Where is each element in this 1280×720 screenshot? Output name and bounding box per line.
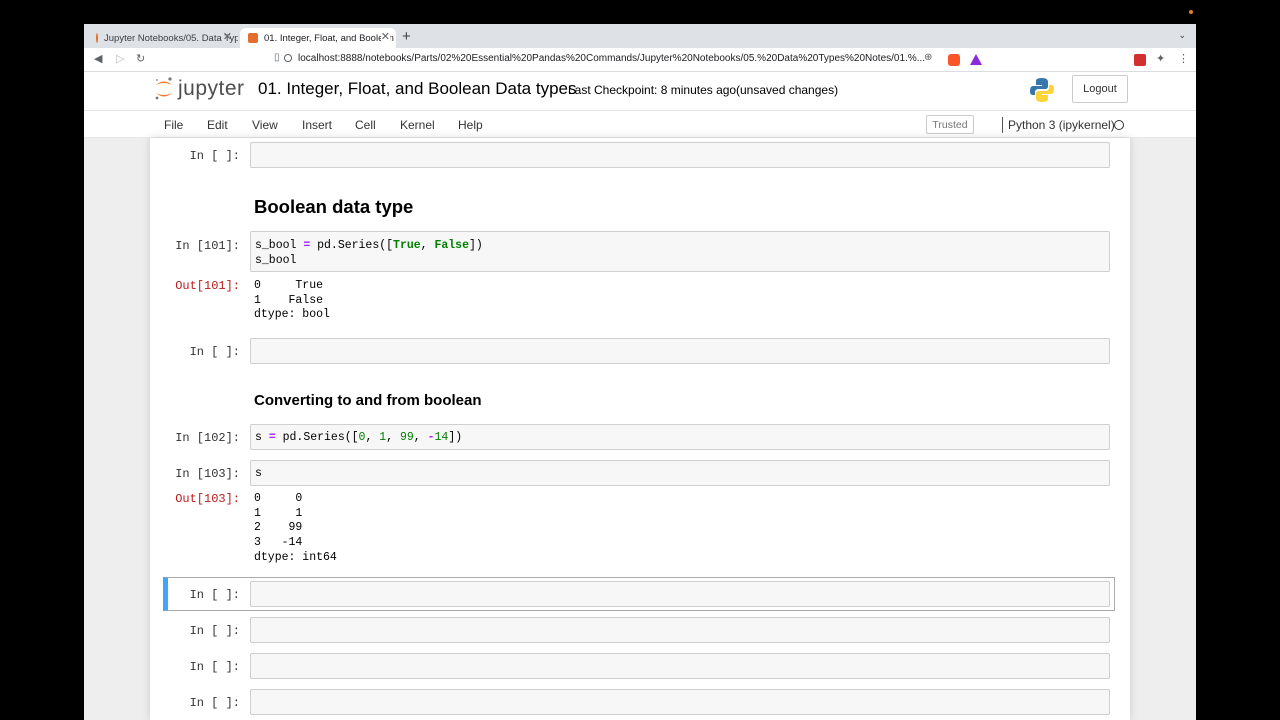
brave-shield-icon[interactable] bbox=[948, 54, 960, 66]
code-line: s = pd.Series([0, 1, 99, -14]) bbox=[255, 431, 463, 444]
code-cell-input[interactable] bbox=[250, 338, 1110, 364]
tab-strip: Jupyter Notebooks/05. Data Types/ ✕ 01. … bbox=[84, 24, 1196, 48]
cell-prompt: In [ ]: bbox=[189, 660, 240, 674]
code-cell-input[interactable] bbox=[250, 689, 1110, 715]
code-cell-input[interactable] bbox=[250, 142, 1110, 168]
output-prompt: Out[103]: bbox=[175, 492, 240, 506]
extensions-puzzle-icon[interactable]: ✦ bbox=[1156, 52, 1165, 65]
unsaved-status: (unsaved changes) bbox=[736, 83, 839, 97]
extension-icon[interactable] bbox=[1134, 54, 1146, 66]
jupyter-header: jupyter 01. Integer, Float, and Boolean … bbox=[84, 72, 1196, 110]
close-tab-icon[interactable]: ✕ bbox=[380, 30, 390, 43]
jupyter-logo[interactable]: jupyter bbox=[154, 76, 245, 102]
cell-prompt: In [ ]: bbox=[189, 624, 240, 638]
markdown-heading[interactable]: Converting to and from boolean bbox=[254, 392, 482, 409]
menu-file[interactable]: File bbox=[164, 118, 183, 132]
notebook-container: In [ ]: Boolean data type In [101]: s_bo… bbox=[150, 138, 1130, 720]
tab-title: 01. Integer, Float, and Boolean bbox=[264, 32, 394, 44]
menu-view[interactable]: View bbox=[252, 118, 278, 132]
cell-output: 0 True 1 False dtype: bool bbox=[254, 279, 330, 322]
cell-prompt: In [ ]: bbox=[189, 149, 240, 163]
tab-title: Jupyter Notebooks/05. Data Types/ bbox=[104, 32, 238, 44]
address-bar-row: ◀ ▷ ↻ ▯ localhost:8888/notebooks/Parts/0… bbox=[84, 48, 1196, 72]
menu-help[interactable]: Help bbox=[458, 118, 483, 132]
close-tab-icon[interactable]: ✕ bbox=[223, 30, 232, 43]
notebook-favicon-icon bbox=[248, 33, 258, 43]
reload-icon[interactable]: ↻ bbox=[136, 52, 145, 65]
menu-cell[interactable]: Cell bbox=[355, 118, 376, 132]
output-prompt: Out[101]: bbox=[175, 279, 240, 293]
url-field[interactable]: localhost:8888/notebooks/Parts/02%20Esse… bbox=[298, 53, 928, 64]
new-tab-button[interactable]: + bbox=[402, 28, 411, 46]
code-cell-input[interactable]: s_bool = pd.Series([True, False]) s_bool bbox=[250, 231, 1110, 272]
trusted-indicator[interactable]: Trusted bbox=[926, 115, 974, 134]
logout-button[interactable]: Logout bbox=[1072, 75, 1128, 103]
cell-output: 0 0 1 1 2 99 3 -14 dtype: int64 bbox=[254, 492, 337, 564]
code-cell-input[interactable]: s bbox=[250, 460, 1110, 486]
recording-dot-icon bbox=[1189, 10, 1193, 14]
tab-search-chevron-icon[interactable]: ⌄ bbox=[1178, 30, 1186, 41]
checkpoint-status: Last Checkpoint: 8 minutes ago bbox=[568, 83, 737, 97]
python-logo-icon bbox=[1030, 78, 1054, 102]
notebook-title[interactable]: 01. Integer, Float, and Boolean Data typ… bbox=[258, 79, 577, 99]
code-cell-input[interactable]: s = pd.Series([0, 1, 99, -14]) bbox=[250, 424, 1110, 450]
tab-jupyter-notebooks[interactable]: Jupyter Notebooks/05. Data Types/ ✕ bbox=[88, 28, 238, 48]
zoom-icon[interactable]: ⊕ bbox=[924, 52, 932, 63]
menu-insert[interactable]: Insert bbox=[302, 118, 332, 132]
cell-prompt: In [ ]: bbox=[189, 696, 240, 710]
forward-icon[interactable]: ▷ bbox=[116, 52, 124, 65]
site-info-icon[interactable] bbox=[284, 54, 292, 62]
code-cell-input-selected[interactable] bbox=[250, 581, 1110, 607]
jupyter-logo-icon bbox=[155, 77, 172, 100]
menubar: File Edit View Insert Cell Kernel Help T… bbox=[84, 110, 1196, 138]
menu-kernel[interactable]: Kernel bbox=[400, 118, 435, 132]
notebook-area: In [ ]: Boolean data type In [101]: s_bo… bbox=[84, 138, 1196, 720]
bookmark-icon[interactable]: ▯ bbox=[274, 52, 280, 63]
browser-menu-icon[interactable]: ⋮ bbox=[1178, 52, 1189, 65]
code-line: s_bool = pd.Series([True, False]) s_bool bbox=[255, 239, 483, 267]
code-cell-input[interactable] bbox=[250, 617, 1110, 643]
code-line: s bbox=[255, 467, 262, 480]
markdown-heading[interactable]: Boolean data type bbox=[254, 196, 413, 218]
cell-prompt: In [ ]: bbox=[189, 588, 240, 602]
menu-edit[interactable]: Edit bbox=[207, 118, 228, 132]
code-cell-input[interactable] bbox=[250, 653, 1110, 679]
kernel-name[interactable]: Python 3 (ipykernel) bbox=[1008, 118, 1115, 132]
kernel-separator bbox=[1002, 117, 1003, 133]
back-icon[interactable]: ◀ bbox=[94, 52, 102, 65]
kernel-idle-icon bbox=[1114, 120, 1124, 130]
jupyter-favicon-icon bbox=[96, 33, 98, 43]
brave-rewards-icon[interactable] bbox=[970, 54, 982, 65]
cell-prompt: In [101]: bbox=[175, 239, 240, 253]
logo-wordmark: jupyter bbox=[178, 77, 245, 100]
browser-window: Jupyter Notebooks/05. Data Types/ ✕ 01. … bbox=[84, 24, 1196, 720]
cell-prompt: In [103]: bbox=[175, 467, 240, 481]
cell-prompt: In [ ]: bbox=[189, 345, 240, 359]
cell-prompt: In [102]: bbox=[175, 431, 240, 445]
tab-active-notebook[interactable]: 01. Integer, Float, and Boolean ✕ bbox=[240, 28, 396, 48]
